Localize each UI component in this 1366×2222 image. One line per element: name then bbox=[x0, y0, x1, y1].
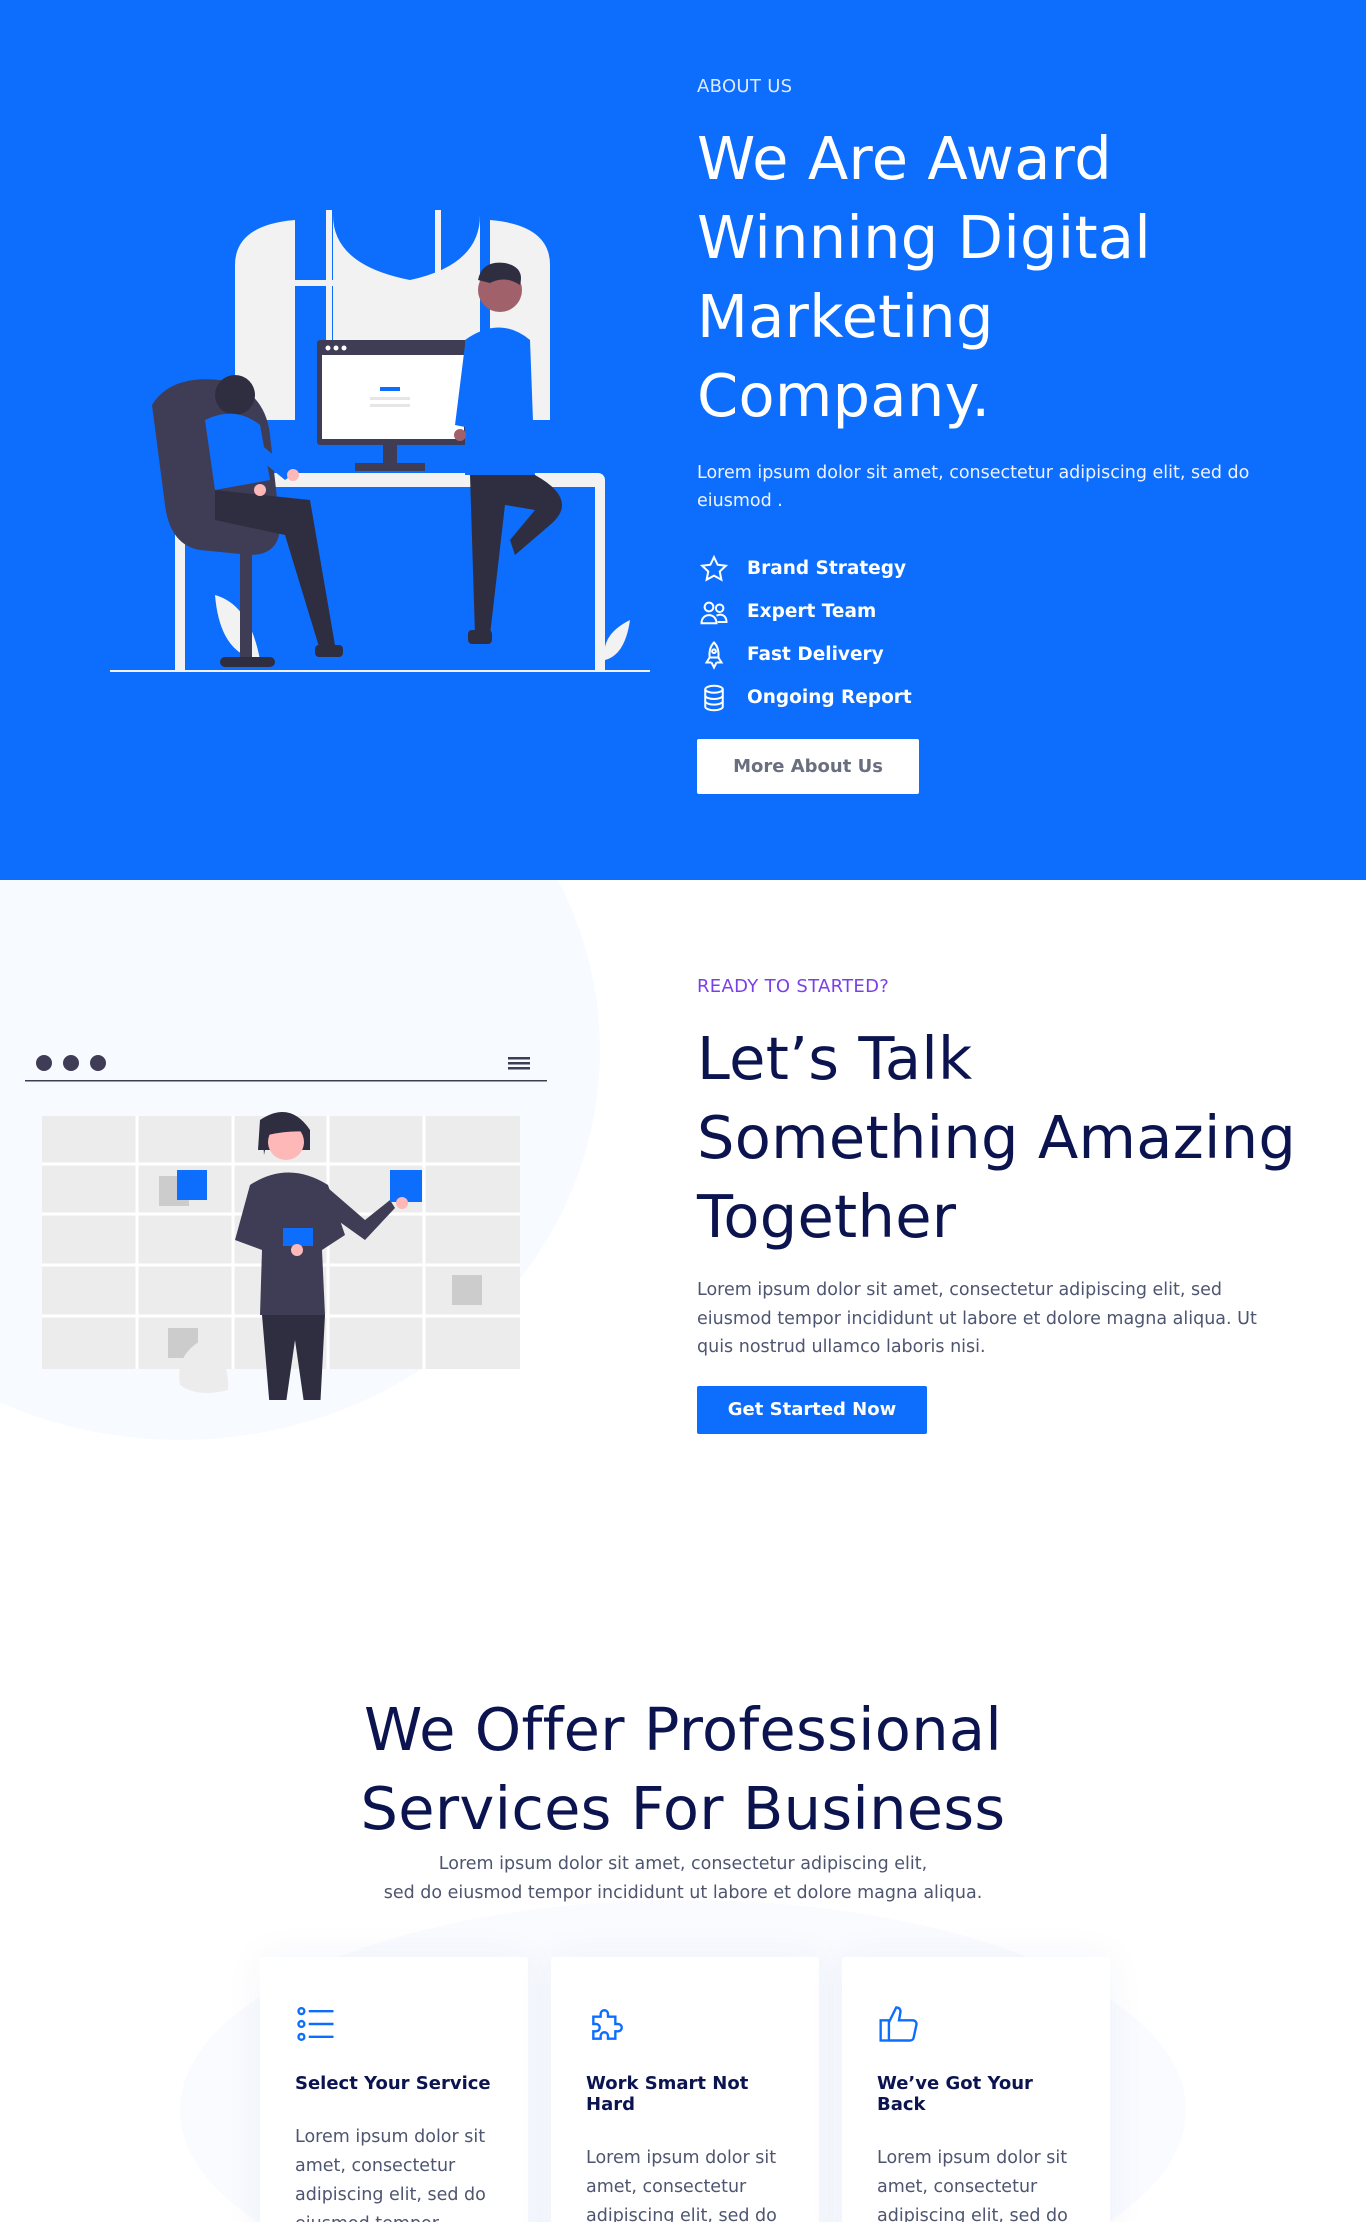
feature-list: Brand Strategy Expert Team Fast Delivery… bbox=[697, 547, 1297, 719]
feature-label: Expert Team bbox=[747, 601, 877, 622]
star-icon bbox=[697, 552, 731, 586]
about-description: Lorem ipsum dolor sit amet, consectetur … bbox=[697, 463, 1250, 511]
card-text: Lorem ipsum dolor sit amet, consectetur … bbox=[877, 2148, 1068, 2222]
cta-description: Lorem ipsum dolor sit amet, consectetur … bbox=[697, 1280, 1257, 1357]
puzzle-icon bbox=[586, 2002, 630, 2046]
feature-fast-delivery: Fast Delivery bbox=[697, 633, 1297, 676]
more-about-us-button[interactable]: More About Us bbox=[697, 739, 919, 794]
services-description-line-1: Lorem ipsum dolor sit amet, consectetur … bbox=[438, 1854, 928, 1874]
cta-eyebrow: READY TO STARTED? bbox=[697, 976, 890, 997]
about-section: ABOUT US We Are Award Winning Digital Ma… bbox=[0, 0, 1366, 880]
service-card-work-smart[interactable]: Work Smart Not Hard Lorem ipsum dolor si… bbox=[551, 1957, 819, 2222]
about-eyebrow: ABOUT US bbox=[697, 76, 793, 97]
services-title-text: We Offer Professional Services For Busin… bbox=[360, 1695, 1006, 1843]
standing-woman-illustration bbox=[179, 1112, 422, 1400]
feature-label: Brand Strategy bbox=[747, 558, 907, 579]
services-description-line-2: sed do eiusmod tempor incididunt ut labo… bbox=[383, 1883, 983, 1903]
service-card-select-your-service[interactable]: Select Your Service Lorem ipsum dolor si… bbox=[260, 1957, 528, 2222]
feature-label: Ongoing Report bbox=[747, 687, 912, 708]
about-title: We Are Award Winning Digital Marketing C… bbox=[697, 124, 1152, 430]
office-illustration bbox=[110, 210, 650, 672]
services-title: We Offer Professional Services For Busin… bbox=[0, 1690, 1366, 1848]
feature-label: Fast Delivery bbox=[747, 644, 884, 665]
about-content: ABOUT US We Are Award Winning Digital Ma… bbox=[697, 76, 1297, 794]
get-started-button[interactable]: Get Started Now bbox=[697, 1385, 927, 1434]
feature-ongoing-report: Ongoing Report bbox=[697, 676, 1297, 719]
card-text: Lorem ipsum dolor sit amet, consectetur … bbox=[295, 2127, 486, 2222]
services-description: Lorem ipsum dolor sit amet, consectetur … bbox=[0, 1850, 1366, 1908]
feature-expert-team: Expert Team bbox=[697, 590, 1297, 633]
card-title: Select Your Service bbox=[295, 2073, 491, 2094]
card-title: We’ve Got Your Back bbox=[877, 2073, 1033, 2115]
card-text: Lorem ipsum dolor sit amet, consectetur … bbox=[586, 2148, 777, 2222]
database-icon bbox=[697, 681, 731, 715]
feature-brand-strategy: Brand Strategy bbox=[697, 547, 1297, 590]
card-title: Work Smart Not Hard bbox=[586, 2073, 749, 2115]
thumbs-up-icon bbox=[877, 2002, 921, 2046]
cta-content: READY TO STARTED? Let’s Talk Something A… bbox=[697, 976, 1297, 1434]
team-icon bbox=[697, 595, 731, 629]
list-icon bbox=[295, 2002, 339, 2046]
cta-section: READY TO STARTED? Let’s Talk Something A… bbox=[0, 880, 1366, 1480]
service-card-got-your-back[interactable]: We’ve Got Your Back Lorem ipsum dolor si… bbox=[842, 1957, 1110, 2222]
rocket-icon bbox=[697, 638, 731, 672]
services-section: We Offer Professional Services For Busin… bbox=[0, 1480, 1366, 2222]
cta-title: Let’s Talk Something Amazing Together bbox=[697, 1024, 1297, 1251]
